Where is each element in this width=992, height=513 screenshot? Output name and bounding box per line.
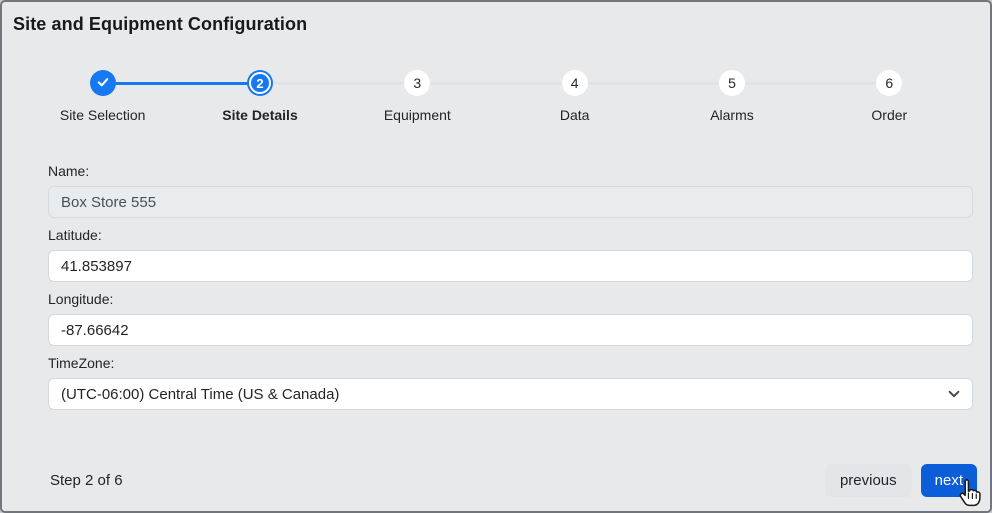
- step-number-circle: 3: [404, 70, 431, 96]
- step-label: Site Selection: [59, 107, 146, 123]
- timezone-select[interactable]: (UTC-06:00) Central Time (US & Canada): [48, 378, 973, 410]
- step-order[interactable]: 6 Order: [731, 68, 968, 123]
- step-label: Data: [559, 107, 590, 123]
- step-number-circle: 6: [876, 70, 903, 96]
- site-details-form: Name: Latitude: Longitude: TimeZone: (UT…: [2, 163, 990, 410]
- longitude-field[interactable]: [48, 314, 973, 346]
- step-active-circle: 2: [248, 72, 271, 94]
- timezone-label: TimeZone:: [48, 355, 115, 371]
- page-title: Site and Equipment Configuration: [13, 14, 308, 34]
- name-field: [48, 186, 973, 218]
- step-completed-circle: [89, 70, 116, 96]
- next-button[interactable]: next: [920, 464, 977, 497]
- step-site-selection[interactable]: Site Selection: [24, 68, 181, 123]
- latitude-field[interactable]: [48, 250, 973, 282]
- step-label: Order: [871, 107, 908, 123]
- longitude-label: Longitude:: [48, 291, 114, 307]
- check-icon: [96, 75, 110, 92]
- step-label: Alarms: [710, 107, 754, 123]
- step-number-circle: 4: [561, 70, 588, 96]
- step-label: Equipment: [383, 107, 451, 123]
- step-alarms[interactable]: 5 Alarms: [574, 68, 810, 123]
- name-label: Name:: [48, 163, 90, 179]
- step-progress-label: Step 2 of 6: [50, 472, 123, 489]
- wizard-footer: Step 2 of 6 previous next: [50, 464, 977, 497]
- step-data[interactable]: 4 Data: [417, 68, 653, 123]
- latitude-label: Latitude:: [48, 227, 102, 243]
- step-number-circle: 5: [718, 70, 745, 96]
- wizard-stepper: Site Selection 2 Site Details 3 Equipmen…: [2, 68, 990, 123]
- step-label: Site Details: [222, 107, 298, 123]
- step-equipment[interactable]: 3 Equipment: [259, 68, 496, 123]
- step-site-details[interactable]: 2 Site Details: [102, 68, 338, 123]
- wizard-window: Site and Equipment Configuration Site Se…: [0, 0, 992, 513]
- previous-button[interactable]: previous: [824, 464, 912, 497]
